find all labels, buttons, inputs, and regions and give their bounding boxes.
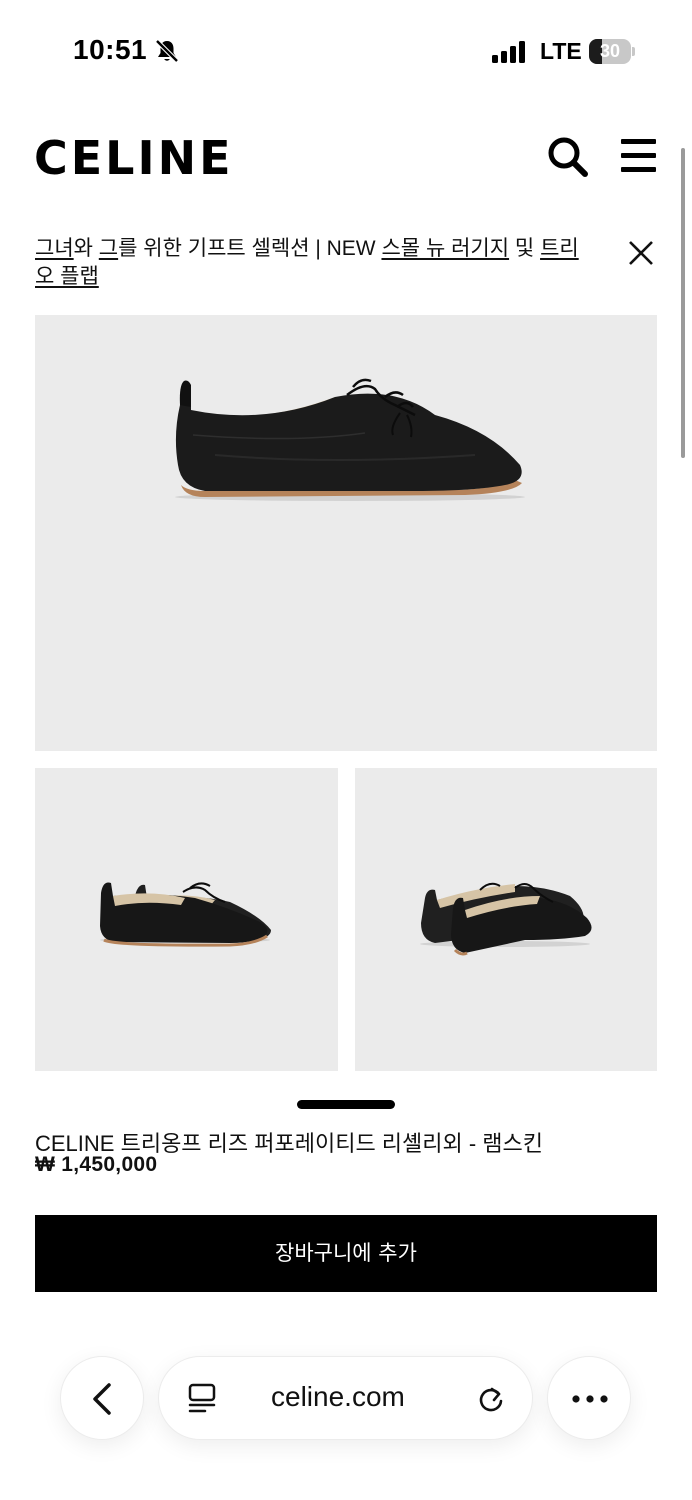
scrollbar[interactable] [681, 148, 685, 458]
product-price: ₩ 1,450,000 [35, 1153, 158, 1176]
add-to-cart-button[interactable]: 장바구니에 추가 [35, 1215, 657, 1292]
battery-percent: 30 [599, 41, 621, 61]
bell-slash-icon [155, 39, 179, 63]
reader-mode-icon[interactable] [187, 1383, 217, 1415]
url-text[interactable]: celine.com [271, 1381, 405, 1413]
hamburger-menu-icon[interactable] [618, 135, 660, 177]
promo-text: 를 위한 기프트 셀렉션 | NEW [118, 237, 382, 260]
promo-link-her[interactable]: 그녀 [35, 237, 74, 260]
promo-link-small-new-luggage[interactable]: 스몰 뉴 러기지 [381, 237, 509, 260]
promo-link-him[interactable]: 그 [99, 237, 118, 260]
product-image-main[interactable] [35, 315, 657, 751]
back-button[interactable] [60, 1356, 144, 1440]
close-icon[interactable] [626, 238, 656, 268]
browser-toolbar: celine.com [0, 1325, 692, 1500]
shoe-pair-back-image [420, 882, 592, 956]
search-icon[interactable] [546, 135, 590, 179]
battery-indicator: 30 [589, 39, 635, 64]
signal-icon [492, 41, 525, 63]
chevron-left-icon [93, 1383, 111, 1415]
site-header: CELINE [0, 125, 692, 195]
address-bar[interactable]: celine.com [158, 1356, 533, 1440]
promo-banner: 그녀와 그를 위한 기프트 셀렉션 | NEW 스몰 뉴 러기지 및 트리오 플… [35, 235, 595, 291]
more-dots-icon [572, 1395, 608, 1403]
celine-logo[interactable]: CELINE [34, 131, 234, 185]
network-type: LTE [540, 38, 582, 64]
promo-text: 및 [509, 237, 541, 260]
shoe-side-view-image [175, 378, 525, 501]
status-bar: 10:51 LTE 30 [0, 0, 692, 100]
promo-text: 와 [73, 237, 99, 260]
status-time: 10:51 [73, 34, 148, 65]
product-image-pair-back[interactable] [355, 768, 657, 1071]
more-button[interactable] [547, 1356, 631, 1440]
reload-icon[interactable] [475, 1383, 507, 1415]
carousel-handle[interactable] [297, 1100, 395, 1109]
shoe-pair-front-image [100, 882, 271, 947]
product-image-pair-front[interactable] [35, 768, 338, 1071]
